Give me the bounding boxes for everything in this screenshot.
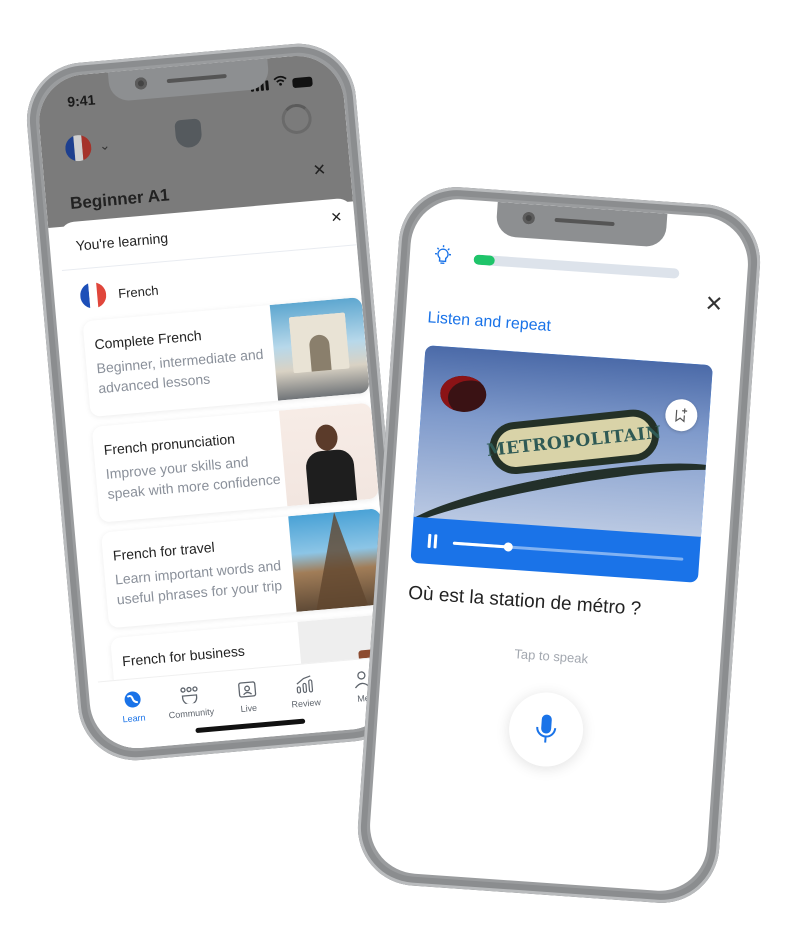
tab-label: Learn <box>122 712 146 725</box>
wifi-icon <box>273 75 288 90</box>
course-card[interactable]: French for travel Learn important words … <box>100 508 389 629</box>
lesson-progress-fill <box>473 254 495 266</box>
chevron-down-icon: ⌄ <box>98 137 111 154</box>
tab-live[interactable]: Live <box>218 677 281 741</box>
close-exercise-button[interactable]: ✕ <box>704 291 724 318</box>
learn-screen: 9:41 ⌄ ✕ Beginner A1 You're learning ✕ F… <box>35 51 399 753</box>
microphone-icon <box>536 714 557 743</box>
lightbulb-hint-icon[interactable] <box>431 243 455 271</box>
playback-scrubber[interactable] <box>452 541 684 561</box>
microphone-button[interactable] <box>506 690 586 770</box>
arc-de-triomphe-photo <box>269 297 370 401</box>
language-name: French <box>117 282 160 301</box>
tab-review[interactable]: Review <box>275 672 338 736</box>
language-sheet: You're learning ✕ French Complete French… <box>57 197 399 752</box>
metro-sign-text: METROPOLITAIN <box>485 422 663 461</box>
exercise-phone: ✕ Listen and repeat METROPOLITAIN Où est… <box>354 183 764 907</box>
sheet-close-button[interactable]: ✕ <box>330 208 343 226</box>
pause-button[interactable] <box>427 533 438 549</box>
review-chart-icon <box>294 674 316 696</box>
exercise-screen: ✕ Listen and repeat METROPOLITAIN Où est… <box>366 196 752 894</box>
status-time: 9:41 <box>66 91 96 110</box>
close-icon[interactable]: ✕ <box>312 160 327 181</box>
language-switcher[interactable]: ⌄ <box>64 132 111 163</box>
playback-knob[interactable] <box>503 541 514 552</box>
course-description: Beginner, intermediate and advanced less… <box>95 345 265 397</box>
globe-icon <box>122 689 144 711</box>
course-description: Improve your skills and speak with more … <box>105 453 282 502</box>
battery-icon <box>292 76 313 89</box>
community-icon <box>179 684 201 706</box>
tap-to-speak-hint: Tap to speak <box>513 646 589 667</box>
bookmark-add-button[interactable] <box>664 398 699 433</box>
sheet-title: You're learning <box>75 229 169 254</box>
media-player: METROPOLITAIN <box>410 345 713 583</box>
exercise-instruction: Listen and repeat <box>426 309 552 335</box>
france-flag-icon <box>79 281 108 310</box>
speaker-photo <box>278 402 380 507</box>
speaker-grille <box>554 217 615 227</box>
lesson-progress-bar <box>473 254 680 279</box>
france-flag-icon <box>64 134 93 163</box>
speaker-grille <box>166 73 227 84</box>
course-description: Learn important words and useful phrases… <box>114 557 283 608</box>
target-phrase: Où est la station de métro ? <box>407 582 642 620</box>
language-row[interactable]: French <box>79 277 159 310</box>
progress-ring-icon[interactable] <box>280 102 313 136</box>
course-card[interactable]: Complete French Beginner, intermediate a… <box>82 297 370 418</box>
tab-community[interactable]: Community <box>160 682 223 746</box>
camera-icon <box>522 211 536 225</box>
level-title: Beginner A1 <box>69 185 171 214</box>
tab-label: Live <box>240 702 258 715</box>
shield-icon[interactable] <box>174 118 203 149</box>
metro-sign-photo: METROPOLITAIN <box>413 345 713 537</box>
playback-played <box>452 541 509 548</box>
tab-learn[interactable]: Learn <box>103 687 166 751</box>
tab-label: Community <box>168 706 215 721</box>
camera-icon <box>134 76 148 90</box>
course-card[interactable]: French pronunciation Improve your skills… <box>91 402 380 523</box>
bookmark-plus-icon <box>675 408 688 423</box>
learn-phone: 9:41 ⌄ ✕ Beginner A1 You're learning ✕ F… <box>22 38 412 766</box>
tab-label: Review <box>291 697 322 710</box>
live-icon <box>236 679 258 701</box>
metro-lamp <box>439 374 488 414</box>
